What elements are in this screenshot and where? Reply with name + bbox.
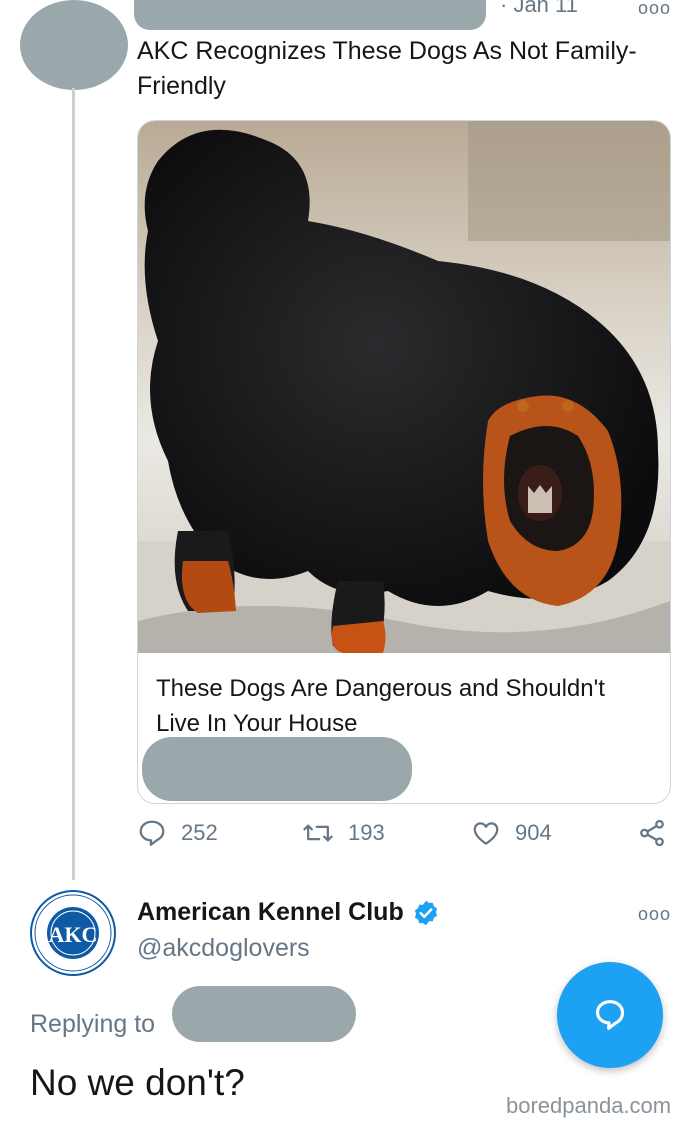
compose-reply-button[interactable] bbox=[557, 962, 663, 1068]
retweet-count: 193 bbox=[348, 820, 385, 845]
share-action[interactable] bbox=[637, 818, 667, 848]
like-count: 904 bbox=[515, 820, 552, 845]
thread-line bbox=[72, 88, 75, 880]
link-card[interactable]: These Dogs Are Dangerous and Shouldn't L… bbox=[137, 120, 671, 804]
reply-text: No we don't? bbox=[30, 1062, 245, 1103]
akc-logo-avatar[interactable]: AKC bbox=[30, 890, 116, 976]
author-handle[interactable]: @akcdoglovers bbox=[137, 934, 310, 963]
replying-to: Replying to bbox=[30, 1010, 155, 1039]
redacted-card-domain bbox=[142, 737, 412, 801]
like-icon bbox=[473, 822, 499, 845]
redacted-avatar bbox=[20, 0, 128, 90]
card-title[interactable]: These Dogs Are Dangerous and Shouldn't L… bbox=[156, 671, 646, 741]
retweet-icon bbox=[303, 824, 333, 842]
verified-badge-icon bbox=[414, 900, 437, 925]
compose-reply-icon bbox=[595, 1000, 625, 1030]
card-image[interactable] bbox=[138, 121, 670, 653]
more-options-icon[interactable]: ooo bbox=[638, 0, 671, 19]
reply-icon bbox=[139, 820, 165, 846]
redacted-username bbox=[134, 0, 486, 30]
tweet-date[interactable]: · Jan 11 bbox=[500, 0, 578, 18]
reply-author[interactable]: American Kennel Club bbox=[137, 898, 440, 927]
author-name[interactable]: American Kennel Club bbox=[137, 898, 404, 927]
akc-logo-text: AKC bbox=[49, 922, 98, 947]
redacted-replying-handle bbox=[172, 986, 356, 1042]
reply-count: 252 bbox=[181, 820, 218, 845]
replying-to-label: Replying to bbox=[30, 1010, 156, 1038]
retweet-action[interactable]: 193 bbox=[302, 818, 385, 848]
tweet-text: AKC Recognizes These Dogs As Not Family-… bbox=[137, 37, 637, 100]
reply-more-options-icon[interactable]: ooo bbox=[638, 904, 671, 925]
tweet-actions: 252 193 904 bbox=[137, 818, 677, 858]
like-action[interactable]: 904 bbox=[471, 818, 552, 848]
watermark: boredpanda.com bbox=[506, 1093, 672, 1118]
share-icon bbox=[640, 819, 664, 847]
reply-action[interactable]: 252 bbox=[137, 818, 218, 848]
